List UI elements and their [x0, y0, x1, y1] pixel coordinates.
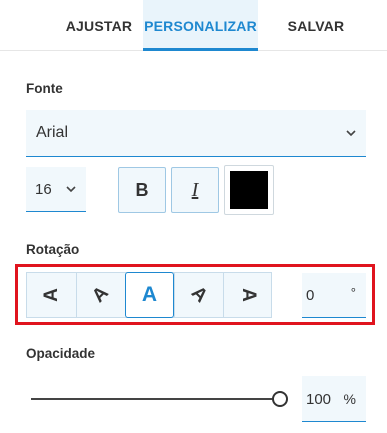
text-rotate-right-icon: A — [237, 288, 259, 302]
font-family-value: Arial — [36, 124, 69, 141]
text-rotate-up-left-icon: A — [88, 282, 113, 307]
opacity-section-label: Opacidade — [26, 346, 96, 361]
rotation-options: A A A A A — [26, 272, 272, 318]
tab-ajustar[interactable]: AJUSTAR — [40, 0, 158, 51]
text-color-button[interactable] — [224, 165, 274, 215]
tab-bar: AJUSTAR PERSONALIZAR SALVAR — [0, 0, 387, 51]
bold-button[interactable]: B — [118, 167, 166, 213]
opacity-slider-track[interactable] — [31, 398, 281, 400]
text-rotate-up-right-icon: A — [187, 282, 212, 307]
degree-unit: ° — [350, 285, 356, 300]
chevron-down-icon — [346, 130, 356, 137]
font-size-select[interactable]: 16 — [26, 167, 86, 212]
tab-salvar[interactable]: SALVAR — [278, 0, 354, 51]
rotation-degree-input[interactable]: 0 ° — [302, 273, 366, 318]
percent-unit: % — [343, 391, 356, 407]
font-family-select[interactable]: Arial — [26, 110, 366, 157]
rotation-section-label: Rotação — [26, 242, 80, 257]
rotate-up-right-button[interactable]: A — [174, 273, 223, 317]
text-horizontal-icon: A — [141, 283, 158, 306]
bold-icon: B — [135, 179, 149, 200]
italic-icon: I — [191, 178, 199, 201]
rotate-left-button[interactable]: A — [27, 273, 76, 317]
color-swatch — [230, 171, 268, 209]
rotation-value: 0 — [306, 287, 315, 304]
chevron-down-icon — [66, 186, 76, 193]
text-rotate-left-icon: A — [40, 288, 62, 302]
italic-button[interactable]: I — [171, 167, 219, 213]
rotate-right-button[interactable]: A — [223, 273, 272, 317]
tab-personalizar[interactable]: PERSONALIZAR — [143, 0, 258, 51]
rotate-up-left-button[interactable]: A — [76, 273, 125, 317]
opacity-value: 100 — [306, 391, 332, 408]
opacity-input[interactable]: 100 % — [302, 376, 366, 422]
rotate-none-button[interactable]: A — [125, 272, 174, 318]
font-size-value: 16 — [35, 180, 52, 198]
font-section-label: Fonte — [26, 81, 63, 96]
opacity-slider-thumb[interactable] — [272, 391, 288, 407]
